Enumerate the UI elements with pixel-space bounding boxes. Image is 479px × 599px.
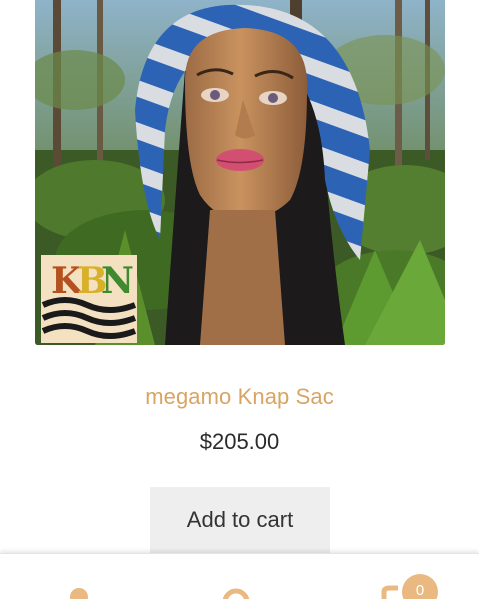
kbn-logo: K B N — [41, 255, 137, 343]
product-image[interactable]: K B N — [35, 0, 445, 345]
account-button[interactable] — [40, 554, 120, 599]
add-to-cart-button[interactable]: Add to cart — [150, 487, 330, 553]
product-price: $205.00 — [199, 429, 280, 454]
product-page: K B N megamo Knap Sac $205.00 Add to car… — [0, 0, 479, 599]
search-button[interactable] — [196, 554, 276, 599]
product-photo: K B N — [35, 0, 445, 345]
user-icon — [70, 588, 88, 599]
product-title-link[interactable]: megamo Knap Sac — [0, 384, 479, 410]
search-icon — [222, 588, 250, 599]
svg-text:N: N — [101, 260, 134, 302]
